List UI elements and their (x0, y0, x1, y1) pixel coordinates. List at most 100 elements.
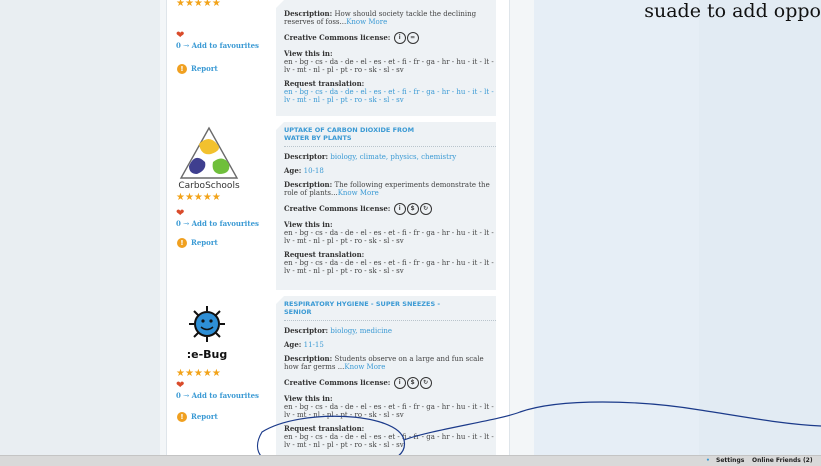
age-link[interactable]: 11-15 (304, 341, 324, 349)
descriptor-row: Descriptor: biology, medicine (284, 326, 496, 336)
card-corner (276, 122, 284, 130)
report-label[interactable]: Report (191, 238, 218, 247)
request-translation-row: Request translation: en - bg - cs - da -… (284, 424, 496, 450)
card-sidebar: CarboSchools ★★★★★ ❤ 0 ⇢ Add to favourit… (172, 122, 276, 290)
add-to-favourites[interactable]: ❤ 0 ⇢ Add to favourites (176, 208, 266, 228)
view-language-links[interactable]: en - bg - cs - da - de - el - es - et - … (284, 229, 496, 245)
add-to-favourites[interactable]: ❤ 0 ⇢ Add to favourites (176, 30, 266, 50)
descriptor-row: Descriptor: biology, climate, physics, c… (284, 153, 496, 162)
fav-label[interactable]: Add to favourites (192, 219, 259, 228)
license-row: Creative Commons license: i $ ↻ (284, 203, 496, 215)
rating-stars[interactable]: ★★★★★ (176, 0, 221, 9)
cc-nc-icon: $ (406, 203, 419, 215)
ebug-logo[interactable]: :e-Bug (177, 302, 241, 366)
request-translation-row: Request translation: en - bg - cs - da -… (284, 250, 496, 276)
license-row: Creative Commons license: i $ ↻ (284, 377, 496, 389)
age-label: Age: (284, 340, 302, 349)
descriptor-links[interactable]: biology, climate, physics, chemistry (330, 153, 456, 161)
status-bullet: • (706, 457, 710, 464)
card-details: Description: How should society tackle t… (284, 0, 496, 116)
cc-by-icon: i (393, 377, 406, 389)
report-link[interactable]: ! Report (177, 412, 218, 422)
license-row: Creative Commons license: i = (284, 32, 496, 44)
card-sidebar: ★★★★★ ❤ 0 ⇢ Add to favourites ! Report (172, 0, 276, 116)
know-more-link[interactable]: Know More (346, 18, 387, 26)
handwritten-note: suade to add oppo (644, 0, 821, 22)
cc-nd-icon: = (406, 32, 419, 44)
age-row: Age: 11-15 (284, 340, 496, 350)
heart-icon: ❤ (176, 208, 185, 219)
resource-title[interactable]: UPTAKE OF CARBON DIOXIDE FROM WATER BY P… (284, 122, 434, 142)
card-details: RESPIRATORY HYGIENE - SUPER SNEEZES - SE… (284, 296, 496, 466)
fav-count: 0 (176, 391, 181, 400)
request-label: Request translation: (284, 79, 365, 88)
request-language-links[interactable]: en - bg - cs - da - de - el - es - et - … (284, 433, 496, 449)
description-row: Description: How should society tackle t… (284, 9, 496, 27)
warning-icon: ! (177, 238, 187, 248)
fav-count: 0 (176, 41, 181, 50)
card-sidebar: :e-Bug ★★★★★ ❤ 0 ⇢ Add to favourites ! Re… (172, 296, 276, 466)
view-languages-row: View this in: en - bg - cs - da - de - e… (284, 49, 496, 75)
resource-card: :e-Bug ★★★★★ ❤ 0 ⇢ Add to favourites ! Re… (172, 296, 496, 466)
view-label: View this in: (284, 49, 333, 58)
license-label: Creative Commons license: (284, 378, 391, 387)
request-language-links[interactable]: en - bg - cs - da - de - el - es - et - … (284, 88, 496, 104)
warning-icon: ! (177, 412, 187, 422)
card-details: UPTAKE OF CARBON DIOXIDE FROM WATER BY P… (284, 122, 496, 290)
age-label: Age: (284, 166, 302, 175)
fav-label[interactable]: Add to favourites (192, 391, 259, 400)
descriptor-label: Descriptor: (284, 326, 329, 335)
resource-card: CarboSchools ★★★★★ ❤ 0 ⇢ Add to favourit… (172, 122, 496, 290)
page-background-left (0, 0, 160, 466)
carboschools-logo[interactable]: CarboSchools (177, 126, 241, 190)
fav-count: 0 (176, 219, 181, 228)
sidebar-stripe (534, 0, 699, 466)
heart-icon: ❤ (176, 380, 185, 391)
request-label: Request translation: (284, 424, 365, 433)
card-corner (276, 296, 284, 304)
heart-icon: ❤ (176, 30, 185, 41)
view-language-links[interactable]: en - bg - cs - da - de - el - es - et - … (284, 58, 496, 74)
description-label: Description: (284, 354, 333, 363)
license-label: Creative Commons license: (284, 204, 391, 213)
title-divider (284, 146, 496, 147)
description-label: Description: (284, 9, 333, 18)
request-label: Request translation: (284, 250, 365, 259)
description-row: Description: Students observe on a large… (284, 354, 496, 372)
license-label: Creative Commons license: (284, 33, 391, 42)
add-to-favourites[interactable]: ❤ 0 ⇢ Add to favourites (176, 380, 266, 400)
rating-stars[interactable]: ★★★★★ (176, 192, 221, 203)
description-label: Description: (284, 180, 333, 189)
age-row: Age: 10-18 (284, 166, 496, 176)
settings-button[interactable]: Settings (716, 457, 744, 464)
cc-nc-icon: $ (406, 377, 419, 389)
request-language-links[interactable]: en - bg - cs - da - de - el - es - et - … (284, 259, 496, 275)
carboschools-logo-text: CarboSchools (178, 181, 240, 190)
warning-icon: ! (177, 64, 187, 74)
resource-card: ★★★★★ ❤ 0 ⇢ Add to favourites ! Report De… (172, 0, 496, 116)
online-friends-button[interactable]: Online Friends (2) (752, 457, 813, 464)
report-label[interactable]: Report (191, 64, 218, 73)
fav-label[interactable]: Add to favourites (192, 41, 259, 50)
descriptor-links[interactable]: biology, medicine (330, 327, 392, 335)
cc-by-icon: i (393, 203, 406, 215)
report-link[interactable]: ! Report (177, 64, 218, 74)
view-label: View this in: (284, 220, 333, 229)
view-label: View this in: (284, 394, 333, 403)
title-divider (284, 320, 496, 321)
report-link[interactable]: ! Report (177, 238, 218, 248)
resource-title[interactable]: RESPIRATORY HYGIENE - SUPER SNEEZES - SE… (284, 296, 444, 316)
request-translation-row: Request translation: en - bg - cs - da -… (284, 79, 496, 105)
cc-sa-icon: ↻ (419, 377, 432, 389)
view-languages-row: View this in: en - bg - cs - da - de - e… (284, 220, 496, 246)
status-bar: • Settings Online Friends (2) (0, 455, 821, 466)
card-corner (276, 0, 284, 8)
view-language-links[interactable]: en - bg - cs - da - de - el - es - et - … (284, 403, 496, 419)
rating-stars[interactable]: ★★★★★ (176, 368, 221, 379)
know-more-link[interactable]: Know More (344, 363, 385, 371)
report-label[interactable]: Report (191, 412, 218, 421)
view-languages-row: View this in: en - bg - cs - da - de - e… (284, 394, 496, 420)
know-more-link[interactable]: Know More (338, 189, 379, 197)
description-row: Description: The following experiments d… (284, 180, 496, 198)
age-link[interactable]: 10-18 (304, 167, 324, 175)
